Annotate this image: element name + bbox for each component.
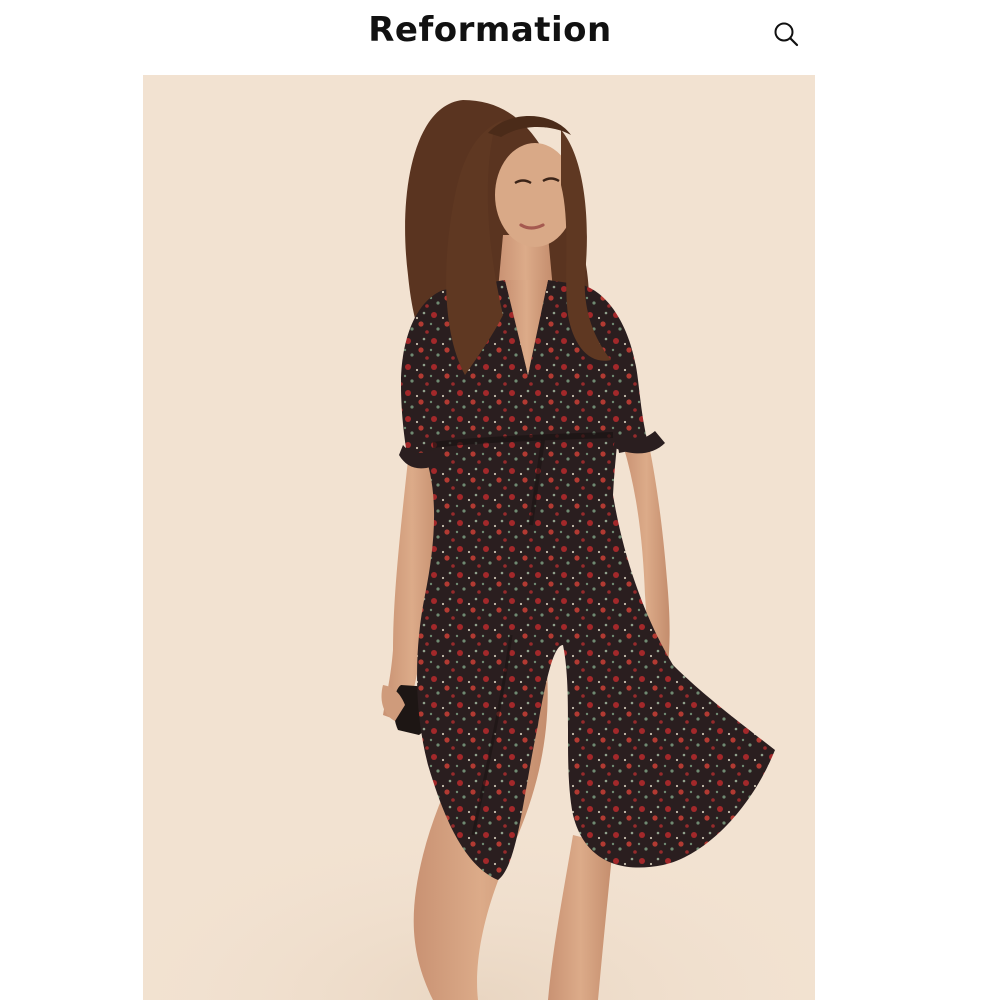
search-icon (774, 22, 799, 47)
product-page: Reformation (0, 0, 1000, 1000)
product-hero-image[interactable] (143, 75, 815, 1000)
brand-logo[interactable]: Reformation (0, 10, 980, 50)
search-button[interactable] (770, 18, 804, 52)
model-photo (143, 75, 815, 1000)
site-header: Reformation (0, 0, 1000, 70)
